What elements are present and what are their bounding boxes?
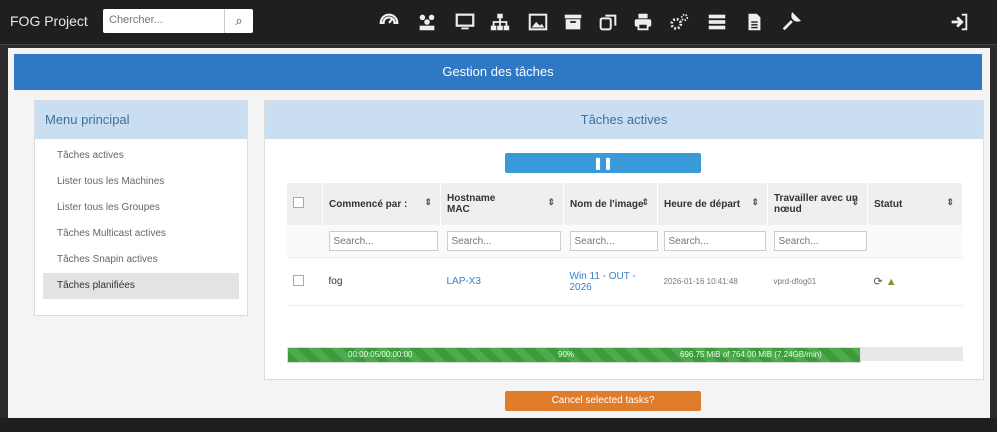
main-menu-header: Menu principal: [35, 101, 247, 139]
col-hostname[interactable]: Hostname MAC ⇕: [440, 183, 564, 225]
pause-button[interactable]: ❚❚: [505, 153, 701, 173]
cell-image-name[interactable]: Win 11 - OUT - 2026: [563, 257, 658, 306]
menu-item-snapin-tasks[interactable]: Tâches Snapin actives: [35, 247, 247, 273]
col-image-name[interactable]: Nom de l'image ⇕: [563, 183, 658, 225]
cell-node: vprd-dfog01: [767, 257, 868, 306]
filter-node[interactable]: [773, 231, 868, 251]
page-title: Gestion des tâches: [14, 54, 982, 90]
pause-icon: ❚❚: [592, 156, 614, 170]
search-icon[interactable]: ⌕: [224, 9, 253, 33]
sort-icon: ⇕: [946, 197, 954, 207]
main-menu-panel: Menu principal Tâches actives Lister tou…: [34, 100, 248, 316]
search-box: ⌕: [103, 9, 253, 33]
col-start-time[interactable]: Heure de départ ⇕: [657, 183, 768, 225]
brand-logo[interactable]: FOG Project: [10, 13, 88, 29]
computer-icon[interactable]: [454, 11, 476, 33]
logout-icon[interactable]: [948, 11, 970, 33]
download-icon: ▲: [885, 276, 897, 288]
progress-transfer: 696.75 MiB of 764.00 MiB (7.24GB/min): [680, 350, 822, 359]
table-row[interactable]: fog LAP-X3 Win 11 - OUT - 2026 2026-01-1…: [287, 257, 963, 306]
refresh-icon: ⟳: [873, 276, 883, 288]
cell-hostname[interactable]: LAP-X3: [440, 257, 564, 306]
col-node[interactable]: Travailler avec un nœud ⇕: [767, 183, 868, 225]
col-started-by[interactable]: Commencé par : ⇕: [322, 183, 441, 225]
copy-icon[interactable]: [597, 11, 619, 33]
menu-item-active-tasks[interactable]: Tâches actives: [35, 143, 247, 169]
document-icon[interactable]: [743, 11, 765, 33]
menu-item-multicast-tasks[interactable]: Tâches Multicast actives: [35, 221, 247, 247]
select-all-checkbox-cell: [287, 183, 323, 225]
printer-icon[interactable]: [632, 11, 654, 33]
search-input[interactable]: [103, 9, 230, 31]
cancel-selected-tasks-button[interactable]: Cancel selected tasks?: [505, 391, 701, 411]
select-all-checkbox[interactable]: [293, 197, 304, 208]
cell-started-by: fog: [322, 257, 441, 306]
filter-start-time[interactable]: [663, 231, 767, 251]
progress-elapsed: 00:00:05/00:00:00: [348, 350, 413, 359]
table-header-row: Commencé par : ⇕ Hostname MAC ⇕ Nom de l'im…: [287, 183, 963, 225]
image-icon[interactable]: [527, 11, 549, 33]
menu-item-list-groups[interactable]: Lister tous les Groupes: [35, 195, 247, 221]
active-tasks-panel: Tâches actives ❚❚ Commencé par : ⇕ Hostna…: [264, 100, 984, 411]
tasks-table: Commencé par : ⇕ Hostname MAC ⇕ Nom de l'im…: [287, 183, 963, 306]
footer: [0, 418, 997, 432]
users-icon[interactable]: [416, 11, 438, 33]
sort-icon: ⇕: [641, 197, 649, 207]
filter-image-name[interactable]: [569, 231, 658, 251]
sort-icon: ⇕: [851, 197, 859, 207]
sort-icon: ⇕: [751, 197, 759, 207]
col-status[interactable]: Statut ⇕: [867, 183, 963, 225]
wrench-icon[interactable]: [780, 11, 802, 33]
row-checkbox[interactable]: [293, 274, 304, 286]
active-tasks-header: Tâches actives: [265, 101, 983, 139]
filter-row: [287, 225, 963, 258]
sort-icon: ⇕: [547, 197, 555, 207]
server-icon[interactable]: [706, 11, 728, 33]
sitemap-icon[interactable]: [489, 11, 511, 33]
cell-status: ⟳ ▲: [867, 257, 963, 306]
progress-bar: 00:00:05/00:00:00 90% 696.75 MiB of 764.…: [287, 347, 861, 363]
top-navbar: FOG Project ⌕: [0, 0, 997, 45]
settings-icon[interactable]: [668, 11, 690, 33]
menu-item-scheduled-tasks[interactable]: Tâches planifiées: [43, 273, 239, 299]
menu-item-list-machines[interactable]: Lister tous les Machines: [35, 169, 247, 195]
page-container: Gestion des tâches Menu principal Tâches…: [8, 48, 990, 418]
cell-start-time: 2026-01-16 10:41:48: [657, 257, 768, 306]
dashboard-icon[interactable]: [378, 11, 400, 33]
filter-hostname[interactable]: [446, 231, 561, 251]
archive-icon[interactable]: [562, 11, 584, 33]
filter-started-by[interactable]: [328, 231, 439, 251]
progress-percent: 90%: [558, 350, 575, 359]
sort-icon: ⇕: [424, 197, 432, 207]
